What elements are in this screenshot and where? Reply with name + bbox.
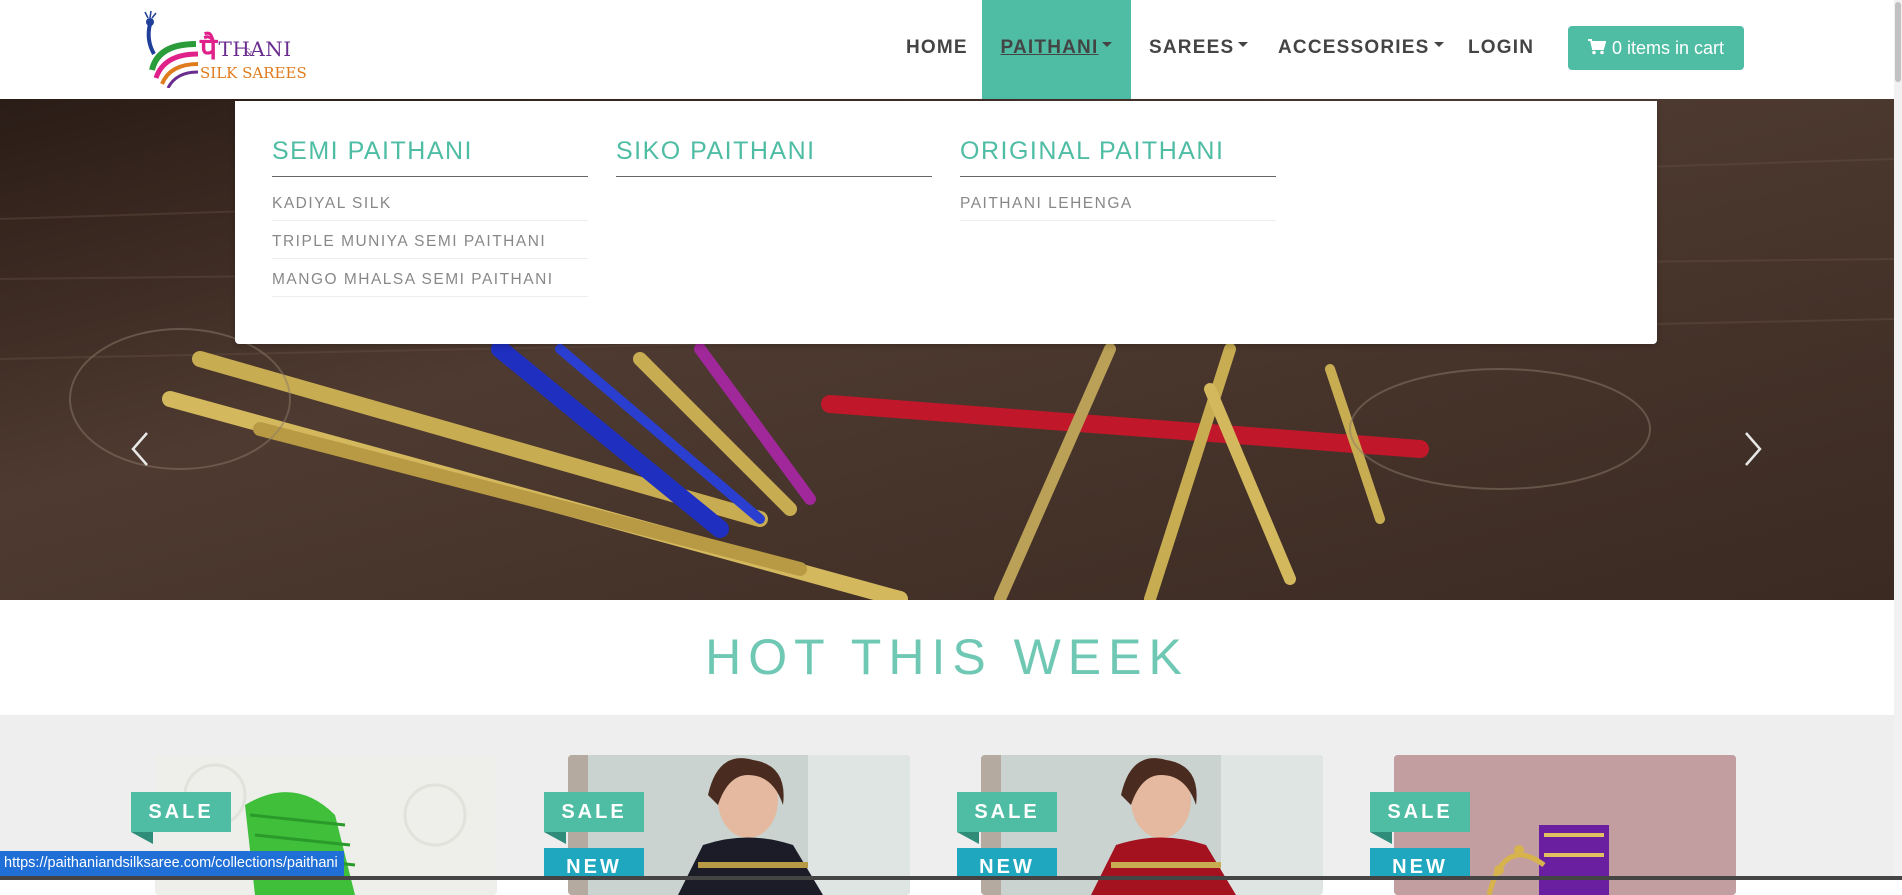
sale-badge: SALE	[544, 792, 644, 832]
sale-badge: SALE	[131, 792, 231, 832]
window-bottom-border	[0, 876, 1902, 880]
section-title: HOT THIS WEEK	[705, 629, 1189, 685]
cart-button[interactable]: 0 items in cart	[1568, 26, 1744, 70]
nav-login[interactable]: LOGIN	[1468, 0, 1534, 99]
cart-icon	[1587, 39, 1607, 55]
menu-link-kadiyal-silk[interactable]: KADIYAL SILK	[272, 177, 588, 221]
nav-accessories[interactable]: ACCESSORIES	[1278, 0, 1444, 99]
carousel-next-arrow[interactable]	[1738, 429, 1768, 469]
carousel-prev-arrow[interactable]	[125, 429, 155, 469]
nav-paithani[interactable]: PAITHANI	[982, 0, 1131, 99]
logo-devanagari: पै	[200, 32, 218, 67]
logo-amp: &	[244, 48, 253, 59]
nav-home[interactable]: HOME	[906, 0, 968, 99]
scrollbar-thumb[interactable]	[1895, 2, 1901, 82]
caret-down-icon	[1433, 42, 1444, 48]
paithani-dropdown-menu: SEMI PAITHANI KADIYAL SILK TRIPLE MUNIYA…	[235, 101, 1657, 344]
nav-sarees[interactable]: SAREES	[1149, 0, 1249, 99]
status-bar-url: https://paithaniandsilksaree.com/collect…	[0, 851, 344, 876]
cart-label: 0 items in cart	[1611, 38, 1725, 58]
sale-badge: SALE	[957, 792, 1057, 832]
caret-down-icon	[1102, 42, 1113, 48]
logo-text: THANI	[218, 37, 292, 61]
menu-column-original-paithani: ORIGINAL PAITHANI PAITHANI LEHENGA	[960, 137, 1276, 221]
site-header: पैTHANI & SILK SAREES HOME PAITHANI SARE…	[0, 0, 1894, 99]
hot-section: HOT THIS WEEK	[0, 600, 1894, 715]
menu-link-mango-mhalsa[interactable]: MANGO MHALSA SEMI PAITHANI	[272, 259, 588, 297]
peacock-icon	[144, 10, 199, 89]
menu-link-paithani-lehenga[interactable]: PAITHANI LEHENGA	[960, 177, 1276, 221]
menu-link-triple-muniya[interactable]: TRIPLE MUNIYA SEMI PAITHANI	[272, 221, 588, 259]
menu-heading-original-paithani[interactable]: ORIGINAL PAITHANI	[960, 137, 1276, 177]
menu-heading-siko-paithani[interactable]: SIKO PAITHANI	[616, 137, 932, 177]
menu-column-semi-paithani: SEMI PAITHANI KADIYAL SILK TRIPLE MUNIYA…	[272, 137, 588, 297]
menu-column-siko-paithani: SIKO PAITHANI	[616, 137, 932, 177]
site-logo[interactable]: पैTHANI & SILK SAREES	[140, 10, 307, 89]
page-scrollbar[interactable]	[1894, 0, 1902, 880]
caret-down-icon	[1238, 42, 1249, 48]
menu-heading-semi-paithani[interactable]: SEMI PAITHANI	[272, 137, 588, 177]
logo-subtitle: SILK SAREES	[200, 64, 307, 82]
sale-badge: SALE	[1370, 792, 1470, 832]
